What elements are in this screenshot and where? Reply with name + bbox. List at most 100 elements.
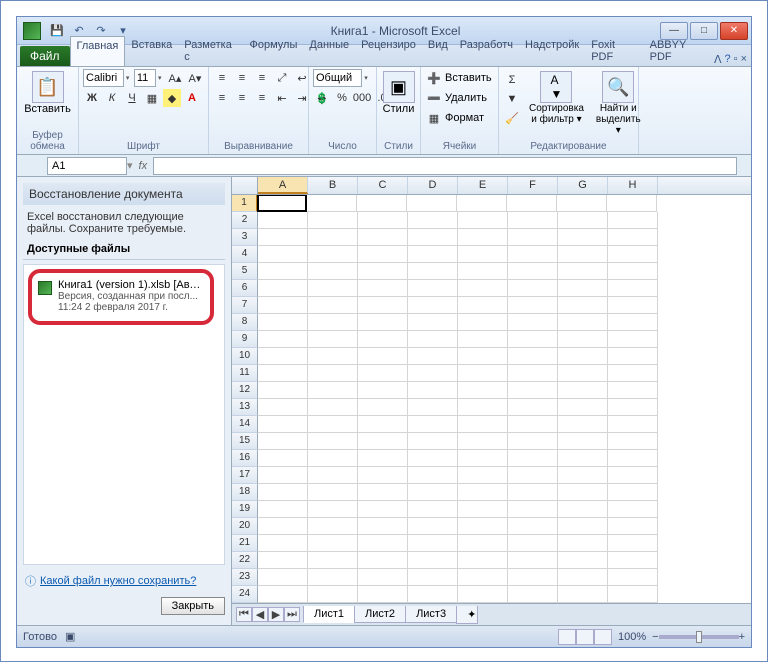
row-header[interactable]: 20 — [232, 518, 258, 535]
cell[interactable] — [608, 484, 658, 501]
cell[interactable] — [508, 314, 558, 331]
cell[interactable] — [358, 433, 408, 450]
cell[interactable] — [258, 348, 308, 365]
cell[interactable] — [308, 246, 358, 263]
cell[interactable] — [508, 484, 558, 501]
cell[interactable] — [458, 297, 508, 314]
cell[interactable] — [458, 569, 508, 586]
cell[interactable] — [358, 569, 408, 586]
font-name-select[interactable]: Calibri — [83, 69, 124, 87]
cell[interactable] — [258, 518, 308, 535]
cell[interactable] — [308, 518, 358, 535]
row-header[interactable]: 16 — [232, 450, 258, 467]
window-restore-icon[interactable]: ▫ — [734, 53, 738, 66]
cell[interactable] — [558, 365, 608, 382]
column-header[interactable]: B — [308, 177, 358, 194]
cell[interactable] — [457, 195, 507, 212]
cell[interactable] — [558, 416, 608, 433]
cell[interactable] — [458, 263, 508, 280]
row-header[interactable]: 4 — [232, 246, 258, 263]
row-header[interactable]: 10 — [232, 348, 258, 365]
cell[interactable] — [308, 399, 358, 416]
cell[interactable] — [408, 212, 458, 229]
cell[interactable] — [308, 552, 358, 569]
cell[interactable] — [458, 314, 508, 331]
cell[interactable] — [408, 467, 458, 484]
cell[interactable] — [258, 416, 308, 433]
comma-icon[interactable]: 000 — [353, 89, 371, 107]
cell[interactable] — [458, 348, 508, 365]
cell[interactable] — [258, 263, 308, 280]
row-header[interactable]: 11 — [232, 365, 258, 382]
sort-filter-button[interactable]: A▼ Сортировкаи фильтр ▾ — [525, 69, 588, 141]
row-header[interactable]: 19 — [232, 501, 258, 518]
cell[interactable] — [358, 280, 408, 297]
cell[interactable] — [458, 586, 508, 603]
close-button[interactable]: ✕ — [720, 22, 748, 40]
cell[interactable] — [408, 399, 458, 416]
paste-button[interactable]: 📋 Вставить — [21, 69, 74, 117]
cell[interactable] — [558, 246, 608, 263]
column-header[interactable]: E — [458, 177, 508, 194]
cell[interactable] — [308, 212, 358, 229]
macro-record-icon[interactable]: ▣ — [65, 630, 75, 643]
indent-dec-icon[interactable]: ⇤ — [273, 89, 291, 107]
sheet-nav-last-icon[interactable]: ⏭ — [284, 607, 300, 622]
cell[interactable] — [558, 229, 608, 246]
recovery-close-button[interactable]: Закрыть — [161, 597, 225, 615]
cell[interactable] — [258, 246, 308, 263]
cell[interactable] — [608, 501, 658, 518]
cell[interactable] — [408, 450, 458, 467]
cell[interactable] — [458, 365, 508, 382]
cell[interactable] — [358, 467, 408, 484]
number-format-select[interactable]: Общий — [313, 69, 362, 87]
cell[interactable] — [608, 552, 658, 569]
formula-bar[interactable] — [153, 157, 737, 175]
cell[interactable] — [558, 212, 608, 229]
cell[interactable] — [558, 314, 608, 331]
cell[interactable] — [458, 450, 508, 467]
cell[interactable] — [608, 433, 658, 450]
new-sheet-button[interactable]: ✦ — [456, 606, 478, 624]
cell[interactable] — [358, 552, 408, 569]
window-close-icon[interactable]: × — [741, 53, 747, 66]
bold-button[interactable]: Ж — [83, 89, 101, 107]
cell[interactable] — [558, 484, 608, 501]
cell[interactable] — [308, 365, 358, 382]
ribbon-tab[interactable]: Разработч — [454, 36, 519, 66]
grow-font-icon[interactable]: A▴ — [166, 69, 184, 87]
cell[interactable] — [558, 382, 608, 399]
cell[interactable] — [608, 280, 658, 297]
cell[interactable] — [408, 518, 458, 535]
row-header[interactable]: 18 — [232, 484, 258, 501]
cell[interactable] — [608, 331, 658, 348]
cell[interactable] — [258, 399, 308, 416]
cell[interactable] — [607, 195, 657, 212]
cell[interactable] — [358, 450, 408, 467]
cell[interactable] — [408, 314, 458, 331]
cell[interactable] — [358, 484, 408, 501]
cell[interactable] — [608, 399, 658, 416]
cell[interactable] — [308, 501, 358, 518]
cell[interactable] — [308, 348, 358, 365]
cell[interactable] — [258, 450, 308, 467]
cell[interactable] — [508, 297, 558, 314]
cell[interactable] — [508, 212, 558, 229]
cell[interactable] — [308, 450, 358, 467]
cell[interactable] — [358, 331, 408, 348]
cell[interactable] — [308, 569, 358, 586]
cell[interactable] — [508, 552, 558, 569]
cell[interactable] — [408, 331, 458, 348]
cell[interactable] — [258, 484, 308, 501]
cell[interactable] — [408, 535, 458, 552]
cell[interactable] — [508, 365, 558, 382]
cell[interactable] — [308, 467, 358, 484]
cell[interactable] — [558, 348, 608, 365]
cell[interactable] — [258, 365, 308, 382]
row-header[interactable]: 12 — [232, 382, 258, 399]
cell[interactable] — [608, 297, 658, 314]
cell[interactable] — [608, 586, 658, 603]
row-header[interactable]: 23 — [232, 569, 258, 586]
sheet-tab[interactable]: Лист1 — [303, 606, 355, 623]
ribbon-tab[interactable]: ABBYY PDF — [644, 36, 714, 66]
